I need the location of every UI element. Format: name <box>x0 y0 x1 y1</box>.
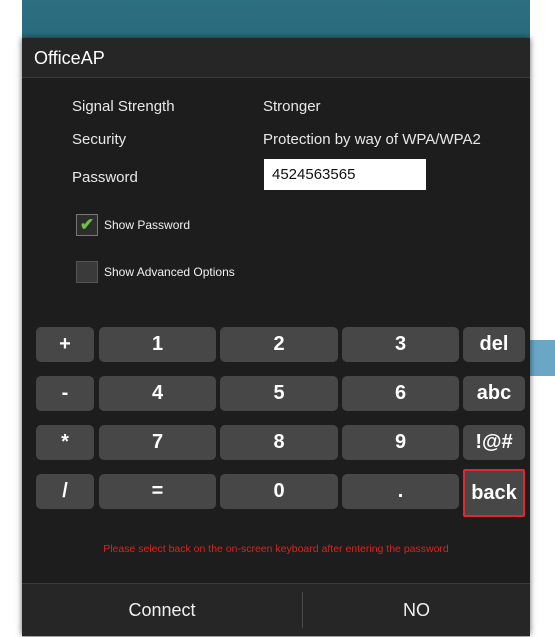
signal-strength-value: Stronger <box>263 98 321 115</box>
connect-button[interactable]: Connect <box>22 584 302 636</box>
key-del[interactable]: del <box>463 327 525 362</box>
wifi-connect-dialog: OfficeAP Signal Strength Stronger Securi… <box>22 38 530 636</box>
password-input[interactable]: 4524563565 <box>264 159 426 190</box>
key-9[interactable]: 9 <box>342 425 459 460</box>
security-value: Protection by way of WPA/WPA2 <box>263 131 481 148</box>
dialog-button-bar: Connect NO <box>22 583 530 636</box>
background-list-item <box>530 340 555 376</box>
key-3[interactable]: 3 <box>342 327 459 362</box>
instruction-hint: Please select back on the on-screen keyb… <box>103 543 449 555</box>
key-asterisk[interactable]: * <box>36 425 94 460</box>
key-5[interactable]: 5 <box>220 376 338 411</box>
show-password-checkbox[interactable]: ✔ Show Password <box>76 213 190 237</box>
show-password-label: Show Password <box>104 218 191 232</box>
signal-strength-label: Signal Strength <box>72 98 175 115</box>
key-symbols[interactable]: !@# <box>463 425 525 460</box>
key-2[interactable]: 2 <box>220 327 338 362</box>
checkmark-icon: ✔ <box>76 214 98 236</box>
unchecked-box-icon <box>76 261 98 283</box>
key-6[interactable]: 6 <box>342 376 459 411</box>
key-period[interactable]: . <box>342 474 459 509</box>
key-back[interactable]: back <box>463 469 525 517</box>
background-edge-right <box>530 0 555 637</box>
key-0[interactable]: 0 <box>220 474 338 509</box>
background-edge-left <box>0 0 22 637</box>
key-abc[interactable]: abc <box>463 376 525 411</box>
security-label: Security <box>72 131 127 148</box>
key-minus[interactable]: - <box>36 376 94 411</box>
key-1[interactable]: 1 <box>99 327 216 362</box>
key-8[interactable]: 8 <box>220 425 338 460</box>
key-7[interactable]: 7 <box>99 425 216 460</box>
key-equals[interactable]: = <box>99 474 216 509</box>
key-plus[interactable]: + <box>36 327 94 362</box>
key-slash[interactable]: / <box>36 474 94 509</box>
password-label: Password <box>72 169 138 186</box>
key-4[interactable]: 4 <box>99 376 216 411</box>
dialog-title: OfficeAP <box>22 38 530 78</box>
show-advanced-options-label: Show Advanced Options <box>104 265 235 279</box>
no-button[interactable]: NO <box>303 584 530 636</box>
show-advanced-options-checkbox[interactable]: Show Advanced Options <box>76 260 235 284</box>
